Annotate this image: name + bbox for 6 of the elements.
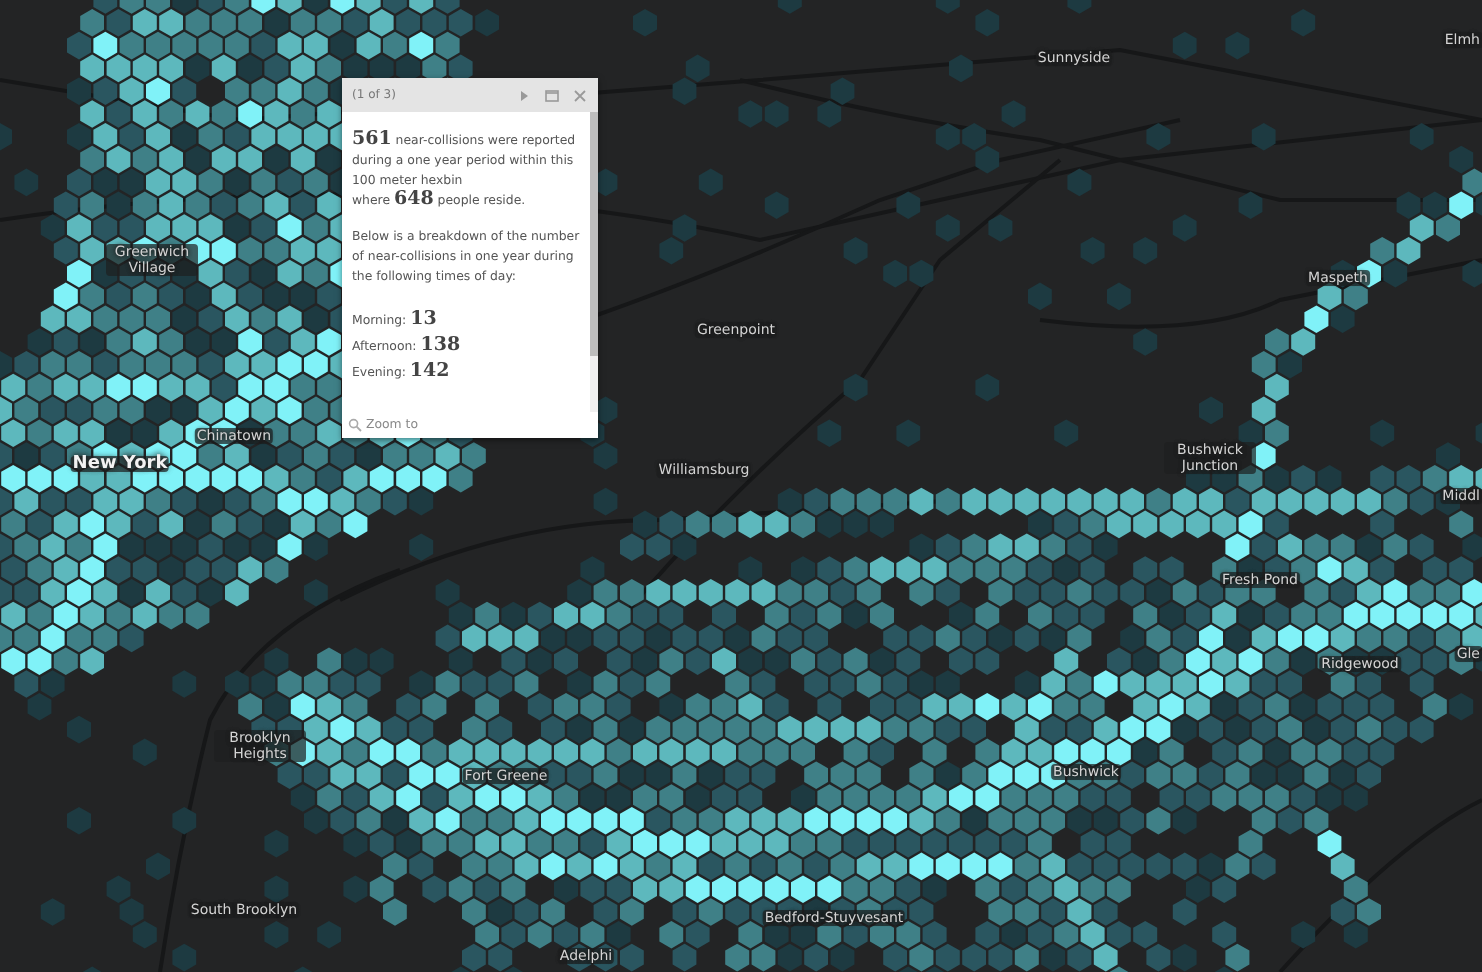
search-icon	[348, 418, 362, 432]
scrollbar[interactable]	[590, 112, 598, 412]
next-icon[interactable]	[516, 87, 532, 103]
maximize-icon[interactable]	[544, 87, 560, 103]
map-label: New York	[70, 456, 170, 472]
close-icon[interactable]	[572, 87, 588, 103]
